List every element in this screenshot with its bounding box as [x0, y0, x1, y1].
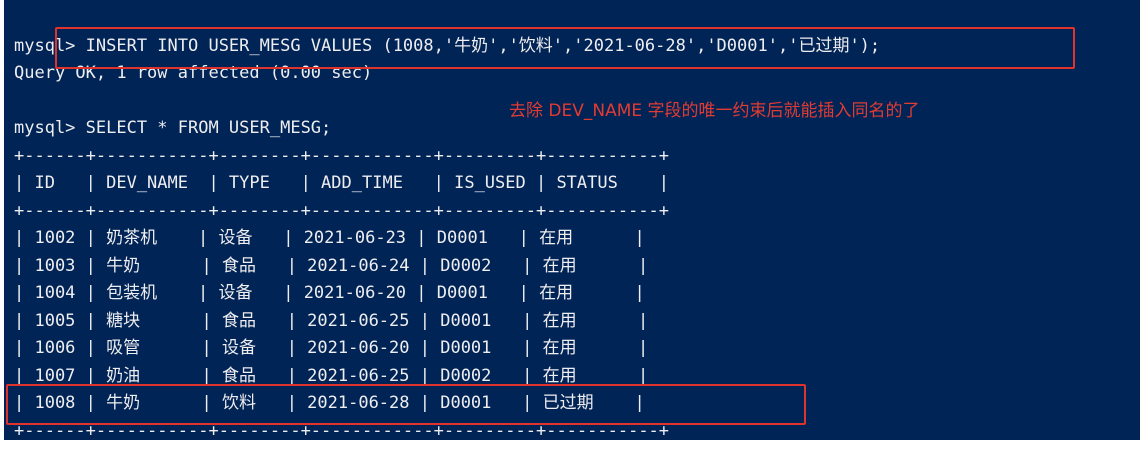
new-row-highlight-box [6, 384, 806, 425]
annotation-note: 去除 DEV_NAME 字段的唯一约束后就能插入同名的了 [509, 101, 920, 121]
table-row: | 1006 | 吸管 | 设备 | 2021-06-20 | D0001 | … [14, 338, 649, 358]
table-row: | 1007 | 奶油 | 食品 | 2021-06-25 | D0002 | … [14, 366, 649, 386]
table-row: | 1005 | 糖块 | 食品 | 2021-06-25 | D0001 | … [14, 311, 649, 331]
table-separator-top: +------+-----------+--------+-----------… [14, 146, 670, 166]
table-separator-header: +------+-----------+--------+-----------… [14, 201, 670, 221]
select-command-line: mysql> SELECT * FROM USER_MESG; [14, 118, 332, 138]
table-header-row: | ID | DEV_NAME | TYPE | ADD_TIME | IS_U… [14, 173, 670, 193]
table-row: | 1003 | 牛奶 | 食品 | 2021-06-24 | D0002 | … [14, 256, 649, 276]
table-row: | 1004 | 包装机 | 设备 | 2021-06-20 | D0001 |… [14, 283, 645, 303]
table-row: | 1002 | 奶茶机 | 设备 | 2021-06-23 | D0001 |… [14, 228, 645, 248]
insert-highlight-box [55, 27, 1075, 69]
